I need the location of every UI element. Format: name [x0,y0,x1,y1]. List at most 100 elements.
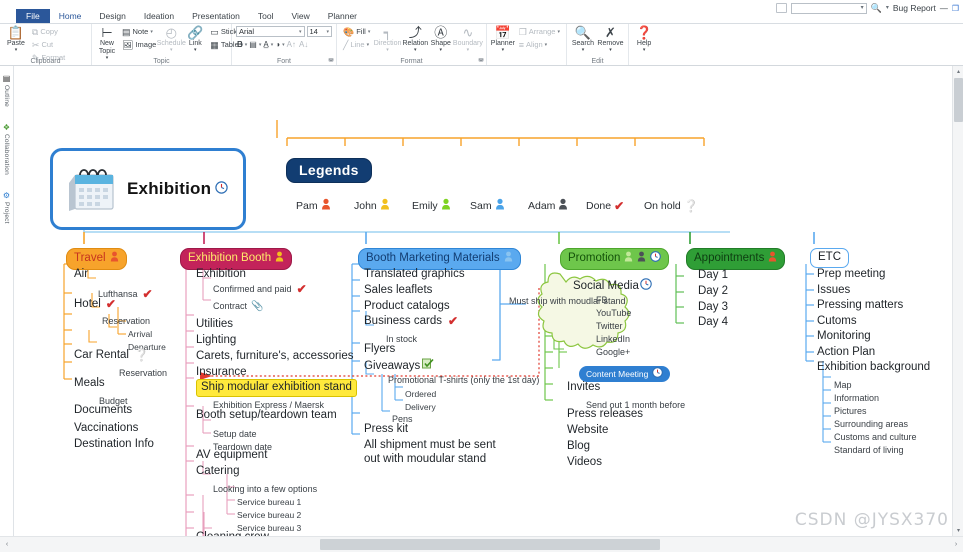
font-family-select[interactable]: Arial ▾ [236,26,305,37]
topic-linkedin[interactable]: LinkedIn [596,333,630,346]
topic-pressing-matters[interactable]: Pressing matters [817,298,903,313]
topic-customs-and-culture[interactable]: Customs and culture [834,431,917,444]
font-color-button[interactable]: A̲ [262,40,269,50]
topic-issues[interactable]: Issues [817,283,850,298]
bold-button[interactable]: B [236,40,244,50]
topic-map[interactable]: Map [834,379,852,392]
topic-day-3[interactable]: Day 3 [698,300,728,315]
note-button[interactable]: ▤ Note ▾ [120,26,158,38]
topic-pictures[interactable]: Pictures [834,405,867,418]
topic-carets-furniture-accessories[interactable]: Carets, furniture's, accessories [196,349,354,364]
vertical-scroll-thumb[interactable] [954,78,963,122]
image-button[interactable]: 🖼 Image [120,39,158,51]
relation-button[interactable]: ⤴ Relation ▾ [402,25,428,53]
topic-av-equipment[interactable]: AV equipment [196,448,267,463]
scroll-up-button[interactable]: ▴ [953,66,963,77]
legends-title[interactable]: Legends [286,158,372,183]
root-node[interactable]: Exhibition [50,148,246,230]
topic-booth-setup-teardown-team[interactable]: Booth setup/teardown team [196,408,337,423]
topic-day-1[interactable]: Day 1 [698,268,728,283]
tab-ideation[interactable]: Ideation [135,9,183,23]
topic-surrounding-areas[interactable]: Surrounding areas [834,418,908,431]
topic-all-shipment-line2[interactable]: out with moudular stand [364,452,486,467]
topic-utilities[interactable]: Utilities [196,317,233,332]
tab-design[interactable]: Design [90,9,134,23]
align-button[interactable]: ▤ [248,40,258,50]
cut-button[interactable]: ✂ Cut [30,39,67,51]
link-button[interactable]: 🔗 Link ▾ [184,25,206,53]
boundary-button[interactable]: ∿ Boundary ▾ [453,25,483,53]
chevron-down-icon[interactable]: ▾ [259,42,262,48]
topic-looking-into-a-few-options[interactable]: Looking into a few options [213,483,317,496]
scroll-left-button[interactable]: ‹ [0,537,14,552]
scroll-down-button[interactable]: ▾ [953,525,963,536]
topic-youtube[interactable]: YouTube [596,307,631,320]
topic-car-rental[interactable]: Car Rental ❔ [74,348,149,363]
topic-setup-date[interactable]: Setup date [213,428,257,441]
tab-tool[interactable]: Tool [249,9,283,23]
topic-giveaways[interactable]: Giveaways [364,358,434,374]
topic-twitter[interactable]: Twitter [596,320,623,333]
align-button[interactable]: ≡ Align ▾ [517,39,562,51]
mindmap-canvas[interactable]: Exhibition Legends Pam John Emily Sam Ad… [14,66,952,536]
new-topic-button[interactable]: ⊢ New Topic ▾ [96,25,118,61]
topic-monitoring[interactable]: Monitoring [817,329,871,344]
font-dialog-launcher[interactable]: ◚ [328,58,334,65]
topic-translated-graphics[interactable]: Translated graphics [364,267,465,282]
topic-delivery[interactable]: Delivery [405,401,436,413]
topic-invites[interactable]: Invites [567,380,600,395]
planner-button[interactable]: 📅 Planner ▾ [491,25,515,53]
topic-service-bureau-1[interactable]: Service bureau 1 [237,496,301,508]
topic-press-kit[interactable]: Press kit [364,422,408,437]
branch-header-promotion[interactable]: Promotion [560,248,670,270]
topic-information[interactable]: Information [834,392,879,405]
search-button[interactable]: 🔍 Search ▾ [571,25,595,53]
topic-videos[interactable]: Videos [567,455,602,470]
topic-insurance[interactable]: Insurance [196,365,247,380]
legend-item-sam[interactable]: Sam [470,198,528,213]
chevron-down-icon[interactable]: ▾ [245,42,248,48]
copy-button[interactable]: ⧉ Copy [30,26,67,38]
topic-hotel[interactable]: Hotel ✔ [74,297,116,312]
topic-service-bureau-2[interactable]: Service bureau 2 [237,509,301,521]
legend-item-on-hold[interactable]: On hold ❔ [644,198,699,213]
tab-file[interactable]: File [16,9,50,23]
format-dialog-launcher[interactable]: ◚ [478,58,484,65]
topic-all-shipment-line1[interactable]: All shipment must be sent [364,438,496,453]
help-button[interactable]: ❓ Help ▾ [633,25,655,53]
topic-lighting[interactable]: Lighting [196,333,236,348]
legend-item-adam[interactable]: Adam [528,198,586,213]
topic-day-4[interactable]: Day 4 [698,315,728,330]
topic-exhibition[interactable]: Exhibition [196,267,246,282]
legend-item-emily[interactable]: Emily [412,198,470,213]
branch-header-etc[interactable]: ETC [810,248,849,268]
highlight-button[interactable]: ◑ [274,40,281,50]
horizontal-scroll-thumb[interactable] [320,539,660,550]
arrange-button[interactable]: ❐ Arrange ▾ [517,26,562,38]
topic-catering[interactable]: Catering [196,464,239,479]
topic-cutoms[interactable]: Cutoms [817,314,857,329]
topic-air[interactable]: Air [74,267,88,282]
topic-social-media[interactable]: Social Media [573,278,652,295]
topic-standard-of-living[interactable]: Standard of living [834,444,904,457]
sidebar-item-collaboration[interactable]: ❖ Collaboration [3,123,10,175]
callout-must-ship[interactable]: Must ship with moudlar stand [509,295,626,307]
chevron-down-icon[interactable]: ▾ [282,42,285,48]
tab-presentation[interactable]: Presentation [183,9,249,23]
sidebar-item-outline[interactable]: ▤ Outline [3,74,11,107]
topic-confirmed-and-paid[interactable]: Confirmed and paid ✔ [213,283,307,296]
line-button[interactable]: ╱ Line ▾ [341,39,372,51]
topic-car-reservation[interactable]: Reservation [119,367,167,380]
topic-contract[interactable]: Contract 📎 [213,300,263,313]
topic-press-releases[interactable]: Press releases [567,407,643,422]
topic-fb[interactable]: FB [596,294,608,307]
increase-font-button[interactable]: A↑ [286,40,297,50]
shape-button[interactable]: Ⓐ Shape ▾ [430,25,452,53]
topic-business-cards[interactable]: Business cards ✔ [364,314,458,329]
vertical-scrollbar[interactable]: ▴ ▾ [952,66,963,536]
tab-home[interactable]: Home [50,9,91,23]
horizontal-scrollbar[interactable]: ‹ › [0,536,963,552]
topic-reservation[interactable]: Reservation [102,315,150,328]
legend-item-pam[interactable]: Pam [296,198,354,213]
topic-meals[interactable]: Meals [74,376,105,391]
